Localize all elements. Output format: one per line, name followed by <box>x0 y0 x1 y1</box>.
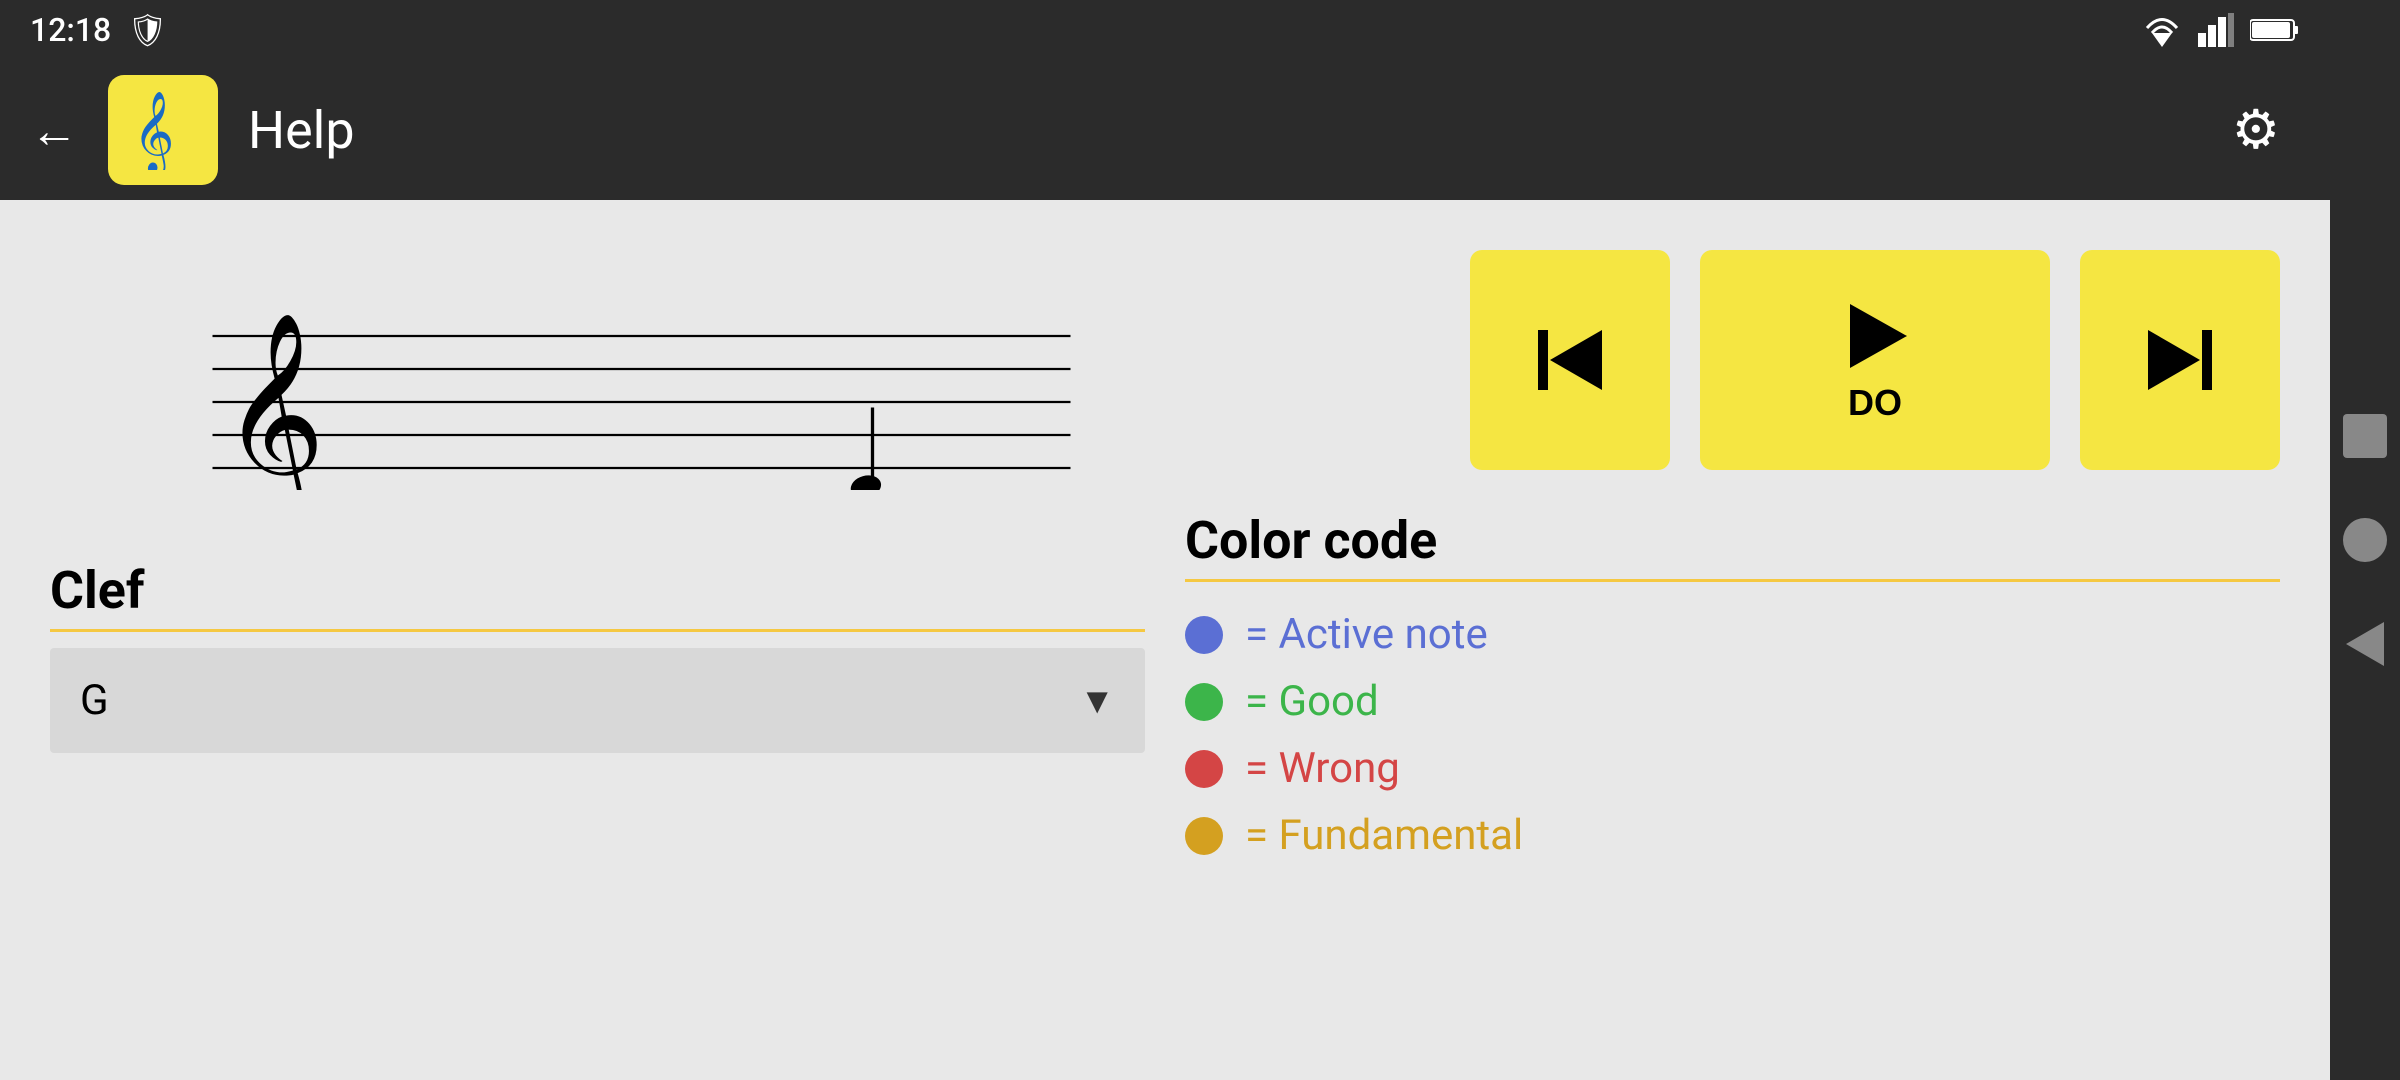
top-bar: ← 𝄞 Help ⚙ <box>0 60 2330 200</box>
svg-text:𝄞: 𝄞 <box>133 91 174 170</box>
wifi-icon <box>2142 13 2182 47</box>
good-dot <box>1185 683 1223 721</box>
play-button[interactable]: DO <box>1700 250 2050 470</box>
color-code-divider <box>1185 579 2280 582</box>
color-item-wrong: = Wrong <box>1185 744 2280 793</box>
battery-icon <box>2250 16 2300 44</box>
app-container: 12:18 🛡 ← 𝄞 <box>0 0 2330 1080</box>
clef-dropdown[interactable]: G ▼ <box>50 648 1145 753</box>
left-panel: 𝄞 Clef G ▼ <box>50 240 1145 1040</box>
notification-icon: 🛡 <box>127 11 168 49</box>
fundamental-dot <box>1185 817 1223 855</box>
side-nav <box>2330 0 2400 1080</box>
good-label: = Good <box>1245 677 1379 726</box>
clef-section: Clef G ▼ <box>50 560 1145 753</box>
status-right <box>2142 13 2300 47</box>
color-code-title: Color code <box>1185 510 2280 571</box>
wrong-label: = Wrong <box>1245 744 1400 793</box>
app-icon: 𝄞 <box>108 75 218 185</box>
side-button-square[interactable] <box>2343 414 2387 458</box>
active-note-dot <box>1185 616 1223 654</box>
time-display: 12:18 <box>30 11 111 49</box>
svg-text:𝄞: 𝄞 <box>221 316 325 491</box>
staff-area: 𝄞 <box>50 240 1145 520</box>
clef-dropdown-value: G <box>80 676 109 725</box>
settings-button[interactable]: ⚙ <box>2222 88 2290 172</box>
play-note-label: DO <box>1848 382 1902 424</box>
color-code-section: Color code = Active note = Good = Wrong <box>1185 510 2280 860</box>
status-bar: 12:18 🛡 <box>0 0 2330 60</box>
back-button[interactable]: ← <box>20 92 88 169</box>
signal-icon <box>2198 13 2234 47</box>
clef-divider <box>50 629 1145 632</box>
page-title: Help <box>248 100 2202 161</box>
color-items: = Active note = Good = Wrong = Fundament… <box>1185 590 2280 860</box>
color-item-fundamental: = Fundamental <box>1185 811 2280 860</box>
right-panel: DO Color code = Active note <box>1185 240 2280 1040</box>
skip-back-button[interactable] <box>1470 250 1670 470</box>
active-note-label: = Active note <box>1245 610 1488 659</box>
color-item-active: = Active note <box>1185 610 2280 659</box>
clef-title: Clef <box>50 560 1145 621</box>
side-button-back[interactable] <box>2346 622 2384 666</box>
skip-forward-button[interactable] <box>2080 250 2280 470</box>
main-content: 𝄞 Clef G ▼ <box>0 200 2330 1080</box>
color-item-good: = Good <box>1185 677 2280 726</box>
fundamental-label: = Fundamental <box>1245 811 1523 860</box>
playback-buttons: DO <box>1185 250 2280 470</box>
side-button-circle[interactable] <box>2343 518 2387 562</box>
wrong-dot <box>1185 750 1223 788</box>
chevron-down-icon: ▼ <box>1079 680 1115 722</box>
status-left: 12:18 🛡 <box>30 11 168 49</box>
